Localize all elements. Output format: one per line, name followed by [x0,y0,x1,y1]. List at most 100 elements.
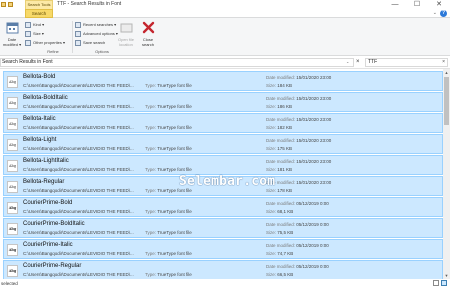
type-value: TrueType font file [157,83,192,88]
date-value: 15/01/2020 23:00 [296,117,332,122]
open-file-location-button[interactable]: Open file location [115,21,137,47]
recent-searches-dropdown[interactable]: Recent searches ▾ [75,21,118,28]
details-view-icon[interactable] [433,280,439,286]
file-path: C:\Users\Bangqodir\Documents\LEVIDIO THE… [23,209,134,214]
font-thumbnail: Abg [7,181,18,193]
file-name: CourierPrime-Regular [23,263,82,269]
date-modified: Date modified: 15/01/2020 23:00 [266,159,331,164]
date-modified-button[interactable]: Date modified ▾ [2,21,22,47]
size-key: Size: [266,146,277,151]
result-row[interactable]: Abg CourierPrime-Bold C:\Users\Bangqodir\D… [3,197,443,217]
date-modified: Date modified: 15/01/2020 23:00 [266,180,331,185]
save-icon [75,39,81,46]
result-row[interactable]: Abg Bellota-Bold C:\Users\Bangqodir\Docume… [3,71,443,91]
date-modified: Date modified: 15/01/2020 23:00 [266,138,331,143]
file-size: Size: 66,5 KB [266,272,293,277]
font-thumbnail: Abg [7,97,18,109]
properties-icon[interactable] [8,2,13,7]
file-size: Size: 68,1 KB [266,209,293,214]
result-row[interactable]: Abg CourierPrime-BoldItalic C:\Users\Bangq… [3,218,443,238]
search-input[interactable]: TTF × [365,58,448,67]
size-value: 186 KB [277,104,293,109]
font-thumbnail: Abg [7,202,18,214]
save-search-label: Save search [83,40,106,45]
clear-search-icon[interactable]: × [442,59,445,66]
scrollbar-thumb[interactable] [444,77,449,125]
address-bar[interactable]: Search Results in Font [0,58,354,67]
other-properties-icon [25,39,31,46]
size-key: Size: [266,83,277,88]
result-row[interactable]: Abg CourierPrime-Regular C:\Users\Bangqodi… [3,260,443,279]
help-icon[interactable]: ? [440,10,447,17]
chevron-down-icon[interactable]: ⌄ [346,59,349,64]
font-thumbnail: Abg [7,244,18,256]
date-modified: Date modified: 15/01/2020 23:00 [266,75,331,80]
kind-label: Kind ▾ [33,22,45,27]
date-key: Date modified: [266,159,296,164]
size-value: 175 KB [277,146,293,151]
chevron-down-icon[interactable]: ⌄ [433,10,437,16]
scroll-down-icon[interactable]: ▼ [443,272,450,279]
window-controls: — ☐ ✕ [384,0,450,9]
recent-searches-label: Recent searches ▾ [83,22,117,27]
calendar-icon [6,22,18,34]
clear-address-icon[interactable]: × [356,58,360,67]
date-value: 05/12/2019 0:00 [296,222,329,227]
result-row[interactable]: Abg Bellota-Italic C:\Users\Bangqodir\Docu… [3,113,443,133]
save-search-button[interactable]: Save search [75,39,118,46]
status-bar: selected [0,279,450,288]
date-key: Date modified: [266,243,296,248]
date-key: Date modified: [266,96,296,101]
tab-search[interactable]: Search [25,9,53,18]
type-value: TrueType font file [157,272,192,277]
type-value: TrueType font file [157,209,192,214]
size-value: 181 KB [277,167,293,172]
size-key: Size: [266,104,277,109]
type-value: TrueType font file [157,167,192,172]
file-path: C:\Users\Bangqodir\Documents\LEVIDIO THE… [23,167,134,172]
open-folder-icon [120,23,132,33]
file-size: Size: 175 KB [266,146,292,151]
size-key: Size: [266,209,277,214]
close-search-button[interactable]: Close search [138,21,158,47]
result-row[interactable]: Abg Bellota-LightItalic C:\Users\Bangqodir… [3,155,443,175]
size-value: 74,7 KB [277,251,294,256]
file-path: C:\Users\Bangqodir\Documents\LEVIDIO THE… [23,230,134,235]
file-name: CourierPrime-Italic [23,242,73,248]
size-value: 182 KB [277,125,293,130]
scroll-up-icon[interactable]: ▲ [443,69,450,76]
result-row[interactable]: Abg Bellota-Light C:\Users\Bangqodir\Docum… [3,134,443,154]
minimize-button[interactable]: — [384,0,406,9]
kind-icon [25,21,31,28]
content-view-icon[interactable] [441,280,447,286]
size-value: 184 KB [277,83,293,88]
type-key: Type: [145,230,157,235]
advanced-options-label: Advanced options ▾ [83,31,118,36]
size-icon [25,30,31,37]
options-group-label: Options [95,49,109,54]
size-value: 178 KB [277,188,293,193]
size-dropdown[interactable]: Size ▾ [25,30,65,37]
other-properties-dropdown[interactable]: Other properties ▾ [25,39,65,46]
vertical-scrollbar[interactable]: ▲ ▼ [443,69,450,279]
file-type: Type: TrueType font file [145,104,192,109]
kind-dropdown[interactable]: Kind ▾ [25,21,65,28]
size-key: Size: [266,251,277,256]
file-name: Bellota-Italic [23,116,56,122]
type-value: TrueType font file [157,146,192,151]
advanced-options-dropdown[interactable]: Advanced options ▾ [75,30,118,37]
recent-searches-icon [75,21,81,28]
folder-icon[interactable] [1,2,6,7]
result-row[interactable]: Abg CourierPrime-Italic C:\Users\Bangqodir… [3,239,443,259]
file-path: C:\Users\Bangqodir\Documents\LEVIDIO THE… [23,272,134,277]
result-row[interactable]: Abg Bellota-BoldItalic C:\Users\Bangqodir\… [3,92,443,112]
maximize-button[interactable]: ☐ [406,0,428,9]
type-value: TrueType font file [157,251,192,256]
date-key: Date modified: [266,75,296,80]
date-modified: Date modified: 15/01/2020 23:00 [266,96,331,101]
font-thumbnail: Abg [7,139,18,151]
file-name: CourierPrime-BoldItalic [23,221,85,227]
close-button[interactable]: ✕ [428,0,450,9]
font-thumbnail: Abg [7,118,18,130]
type-key: Type: [145,125,157,130]
